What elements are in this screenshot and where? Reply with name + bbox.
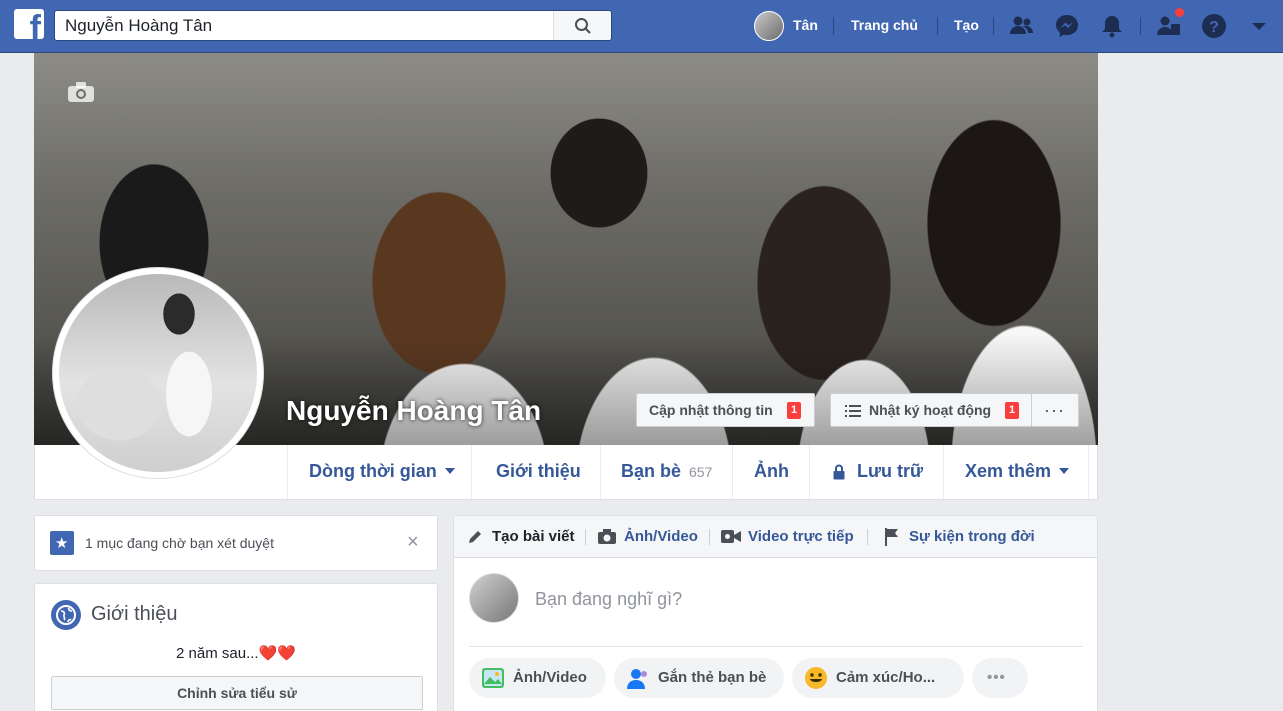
avatar <box>469 573 519 623</box>
flag-icon <box>885 528 898 546</box>
tab-divider <box>585 529 586 545</box>
tab-archive[interactable]: Lưu trữ <box>809 445 943 499</box>
chevron-down-icon <box>444 468 455 474</box>
pending-review-text[interactable]: 1 mục đang chờ bạn xét duyệt <box>85 535 274 551</box>
friends-icon[interactable] <box>1008 12 1036 40</box>
nav-create-link[interactable]: Tạo <box>954 17 979 33</box>
search-icon <box>575 18 591 34</box>
nav-divider <box>937 17 938 35</box>
post-composer: Tạo bài viết Ảnh/Video Video trực tiếp S… <box>453 515 1098 711</box>
tab-live-video[interactable]: Video trực tiếp <box>748 528 854 545</box>
nav-divider <box>993 17 994 35</box>
tab-photo-video[interactable]: Ảnh/Video <box>624 528 698 545</box>
more-dots-icon: ··· <box>1044 400 1065 420</box>
pending-review-card[interactable]: ★ 1 mục đang chờ bạn xét duyệt × <box>34 515 438 571</box>
tab-photos-label: Ảnh <box>754 461 789 481</box>
edit-bio-button[interactable]: Chỉnh sửa tiểu sử <box>51 676 423 710</box>
nav-divider <box>833 17 834 35</box>
globe-icon <box>51 600 81 630</box>
notification-dot <box>1173 6 1186 19</box>
status-input[interactable]: Bạn đang nghĩ gì? <box>535 589 682 610</box>
photo-video-label: Ảnh/Video <box>513 669 587 686</box>
bio-text-content: 2 năm sau... <box>176 645 259 662</box>
tab-about-label: Giới thiệu <box>496 461 581 481</box>
nav-home-link[interactable]: Trang chủ <box>851 17 918 33</box>
tab-friends-label: Bạn bè <box>621 461 682 481</box>
search-box[interactable]: Nguyễn Hoàng Tân <box>54 10 612 41</box>
pencil-icon <box>469 531 481 543</box>
tab-timeline-label: Dòng thời gian <box>309 461 437 481</box>
friends-count: 657 <box>689 464 713 480</box>
tab-archive-label: Lưu trữ <box>857 461 924 481</box>
tab-divider <box>709 529 710 545</box>
bio-text: 2 năm sau...❤️❤️ <box>35 644 437 662</box>
tag-friends-icon <box>627 669 647 689</box>
feeling-activity-button[interactable]: Cảm xúc/Ho... <box>792 658 964 698</box>
tab-life-event[interactable]: Sự kiện trong đời <box>909 528 1035 545</box>
activity-log-badge: 1 <box>1005 402 1019 419</box>
help-icon[interactable]: ? <box>1200 12 1228 40</box>
messenger-icon[interactable] <box>1053 12 1081 40</box>
intro-title: Giới thiệu <box>91 603 178 625</box>
tab-more-label: Xem thêm <box>965 461 1052 481</box>
photo-icon <box>482 668 504 688</box>
photo-video-button[interactable]: Ảnh/Video <box>469 658 606 698</box>
tab-timeline[interactable]: Dòng thời gian <box>287 445 471 499</box>
nav-user-name: Tân <box>793 17 818 33</box>
camera-icon <box>598 529 616 544</box>
video-camera-icon <box>721 530 741 543</box>
star-icon: ★ <box>50 531 74 555</box>
more-options-button[interactable]: ••• <box>972 658 1028 698</box>
lock-icon <box>833 464 845 480</box>
close-icon[interactable]: × <box>407 531 419 554</box>
tab-about[interactable]: Giới thiệu <box>471 445 600 499</box>
feeling-activity-label: Cảm xúc/Ho... <box>836 669 936 686</box>
avatar <box>754 11 784 41</box>
update-info-badge: 1 <box>787 402 801 419</box>
tab-divider <box>867 529 868 545</box>
facebook-logo-icon[interactable]: f <box>14 9 44 39</box>
composer-divider <box>469 646 1083 647</box>
tab-more[interactable]: Xem thêm <box>943 445 1089 499</box>
notifications-bell-icon[interactable] <box>1098 12 1126 40</box>
tab-create-post[interactable]: Tạo bài viết <box>492 528 575 545</box>
update-info-label: Cập nhật thông tin <box>649 402 773 418</box>
chevron-down-icon <box>1059 468 1070 474</box>
search-button[interactable] <box>553 11 611 40</box>
profile-more-button[interactable]: ··· <box>1032 393 1079 427</box>
camera-icon[interactable] <box>67 81 95 103</box>
tab-friends[interactable]: Bạn bè 657 <box>600 445 732 499</box>
smiley-icon <box>805 667 827 689</box>
list-icon <box>845 405 861 417</box>
search-input[interactable]: Nguyễn Hoàng Tân <box>65 16 212 36</box>
update-info-button[interactable]: Cập nhật thông tin 1 <box>636 393 815 427</box>
heart-emoji: ❤️❤️ <box>258 645 296 662</box>
intro-card: Giới thiệu 2 năm sau...❤️❤️ Chỉnh sửa ti… <box>34 583 438 711</box>
tab-photos[interactable]: Ảnh <box>732 445 809 499</box>
nav-divider <box>1140 17 1141 35</box>
more-dots-icon: ••• <box>987 669 1006 686</box>
composer-tabs: Tạo bài viết Ảnh/Video Video trực tiếp S… <box>454 516 1097 558</box>
profile-picture[interactable] <box>52 267 264 479</box>
activity-log-label: Nhật ký hoạt động <box>869 402 992 418</box>
activity-log-button[interactable]: Nhật ký hoạt động 1 <box>830 393 1032 427</box>
account-menu-caret-icon[interactable] <box>1245 12 1273 40</box>
svg-text:?: ? <box>1209 19 1219 36</box>
tag-friends-button[interactable]: Gắn thẻ bạn bè <box>614 658 784 698</box>
tag-friends-label: Gắn thẻ bạn bè <box>658 669 767 686</box>
profile-picture-image <box>59 274 257 472</box>
top-navigation-bar: f Nguyễn Hoàng Tân Tân Trang chủ Tạo ? <box>0 0 1283 53</box>
profile-name[interactable]: Nguyễn Hoàng Tân <box>286 395 541 427</box>
